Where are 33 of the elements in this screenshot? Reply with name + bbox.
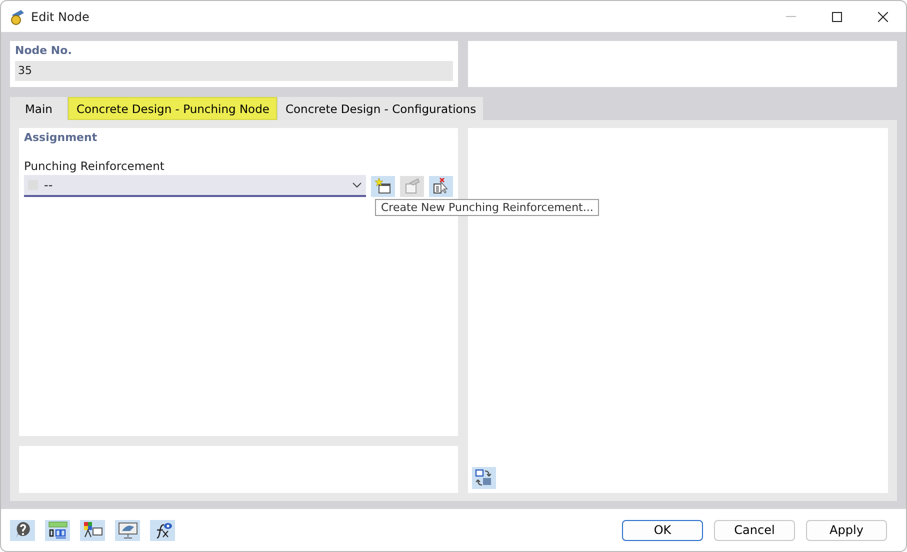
- sync-button[interactable]: [472, 467, 496, 489]
- maximize-icon: [832, 12, 842, 22]
- chevron-down-icon: [352, 182, 362, 188]
- tooltip: Create New Punching Reinforcement...: [375, 199, 600, 216]
- pick-button[interactable]: [429, 176, 453, 196]
- dialog-button[interactable]: Cancel: [714, 520, 795, 540]
- colors-button[interactable]: [80, 520, 105, 540]
- app-icon: [9, 8, 25, 24]
- tab[interactable]: Main: [10, 97, 68, 120]
- view-button[interactable]: [115, 520, 140, 540]
- help-icon: [14, 521, 32, 539]
- window-icon: [404, 178, 420, 194]
- ruler-icon: [48, 521, 68, 539]
- tab[interactable]: Concrete Design - Punching Node: [68, 97, 278, 120]
- dialog-button[interactable]: OK: [622, 520, 703, 540]
- node-number-field[interactable]: 35: [15, 61, 453, 81]
- dialog-button[interactable]: Apply: [806, 520, 887, 540]
- field-label: Punching Reinforcement: [24, 159, 166, 173]
- tab[interactable]: Concrete Design - Configurations: [278, 97, 484, 120]
- reinforcement-dropdown[interactable]: --: [24, 175, 366, 197]
- close-icon: [878, 12, 888, 22]
- new-button[interactable]: [371, 176, 395, 196]
- formula-button[interactable]: [150, 520, 175, 540]
- document-pointer-icon: [433, 178, 449, 194]
- window-title: Edit Node: [31, 10, 90, 24]
- monitor-icon: [118, 521, 138, 539]
- node-number-label: Node No.: [15, 44, 73, 57]
- color-legend-icon: [82, 521, 102, 539]
- units-button[interactable]: [45, 520, 70, 540]
- help-button[interactable]: [10, 520, 35, 540]
- section-title: Assignment: [24, 131, 98, 144]
- minimize-icon: [786, 16, 796, 18]
- new-window-icon: [375, 178, 391, 194]
